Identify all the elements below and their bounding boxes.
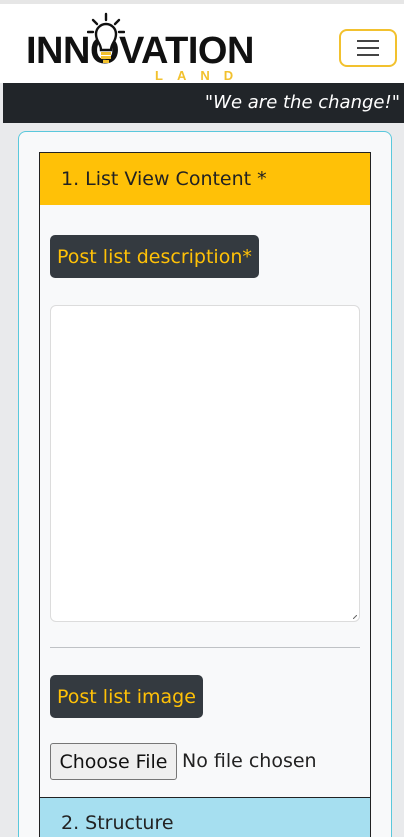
section-header[interactable]: 1. List View Content *	[40, 153, 370, 205]
section-title: 1. List View Content *	[61, 168, 267, 190]
resize-grip-icon[interactable]	[353, 615, 357, 619]
logo-wordmark: INNOVATION	[26, 30, 254, 72]
image-label: Post list image	[50, 675, 203, 718]
menu-toggle-button[interactable]	[339, 29, 397, 67]
description-label: Post list description*	[50, 235, 259, 278]
section-structure-header[interactable]: 2. Structure	[39, 797, 371, 837]
divider	[50, 647, 360, 648]
page: INNOVATION LAND "We are the change!" 1. …	[0, 0, 404, 837]
logo-subtitle: LAND	[155, 68, 248, 83]
section-title: 2. Structure	[61, 812, 174, 834]
section-list-view-content: 1. List View Content * Post list descrip…	[39, 152, 371, 837]
hamburger-icon	[357, 40, 379, 56]
tagline-bar: "We are the change!"	[3, 83, 404, 123]
lightbulb-icon	[87, 12, 125, 63]
description-textarea[interactable]	[50, 305, 360, 622]
tagline: "We are the change!"	[204, 92, 400, 113]
file-status-text: No file chosen	[182, 750, 317, 772]
navbar: INNOVATION LAND	[0, 0, 404, 83]
logo[interactable]: INNOVATION LAND	[26, 12, 254, 86]
choose-file-button[interactable]: Choose File	[50, 743, 177, 780]
